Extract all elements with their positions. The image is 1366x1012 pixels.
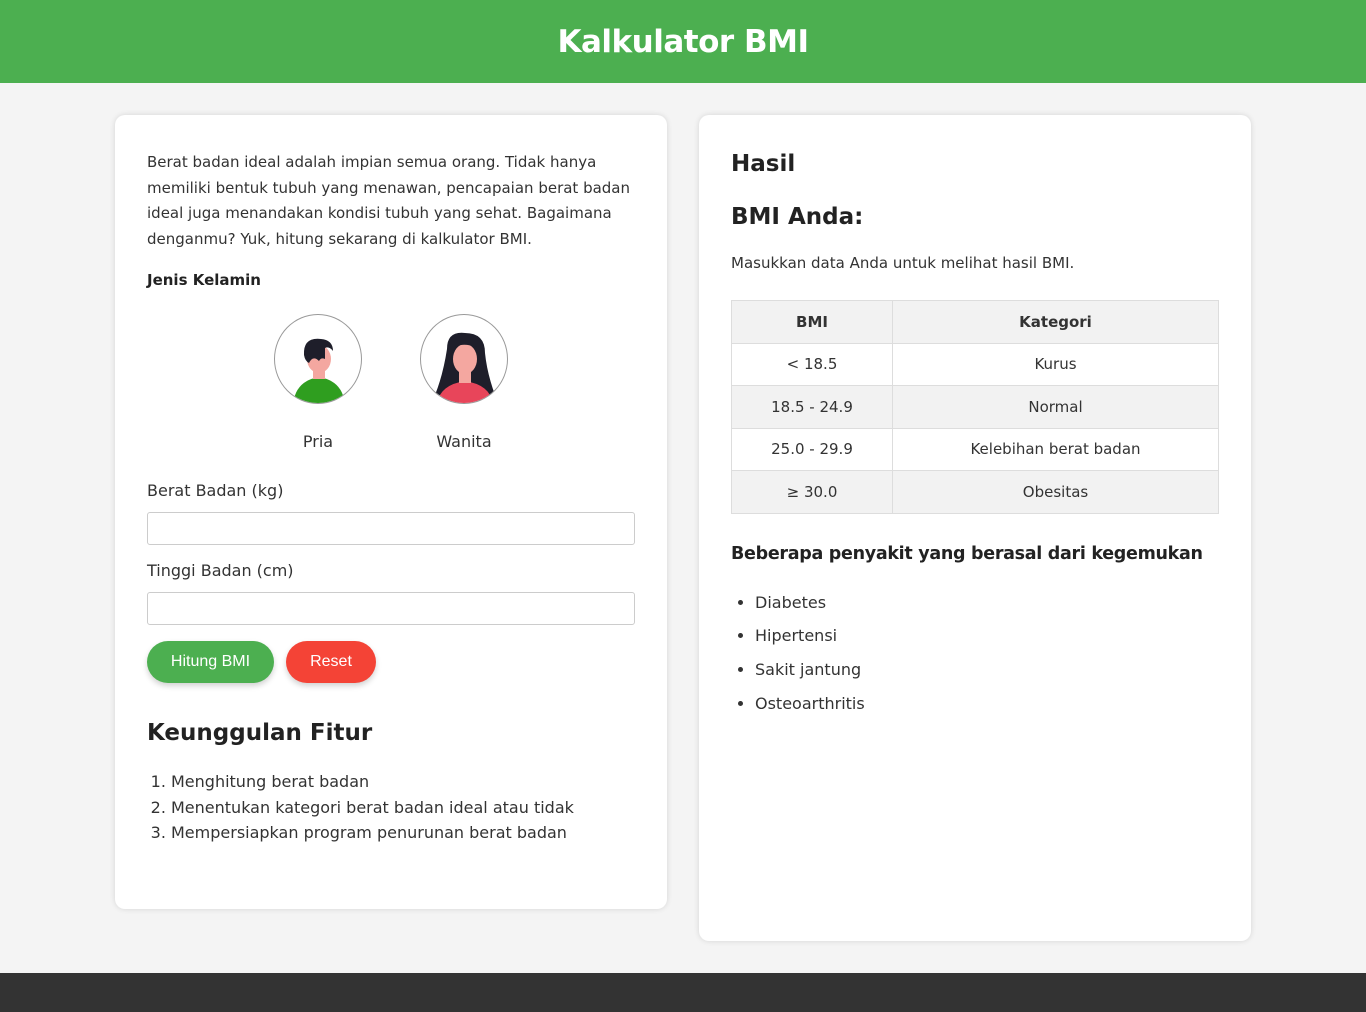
weight-label: Berat Badan (kg) [147, 480, 284, 500]
footer-bar [0, 973, 1366, 1012]
height-label: Tinggi Badan (cm) [147, 560, 294, 580]
table-header-category: Kategori [892, 300, 1219, 344]
table-cell-bmi: 18.5 - 24.9 [731, 385, 893, 429]
height-input[interactable] [147, 591, 635, 625]
table-cell-bmi: < 18.5 [731, 342, 893, 386]
feature-item: Menghitung berat badan [171, 769, 635, 795]
disease-heading: Beberapa penyakit yang berasal dari kege… [731, 543, 1203, 564]
table-cell-category: Kurus [892, 342, 1219, 386]
table-row: 25.0 - 29.9 Kelebihan berat badan [731, 427, 1219, 471]
button-row: Hitung BMI Reset [147, 640, 635, 683]
table-cell-category: Obesitas [892, 470, 1219, 514]
gender-label-female: Wanita [436, 431, 492, 451]
disease-item: Diabetes [755, 586, 1219, 620]
table-row: < 18.5 Kurus [731, 342, 1219, 386]
table-cell-category: Kelebihan berat badan [892, 427, 1219, 471]
gender-option-male[interactable]: Pria [274, 313, 362, 451]
app-title: Kalkulator BMI [557, 23, 809, 60]
weight-input[interactable] [147, 511, 635, 545]
app-header: Kalkulator BMI [0, 0, 1366, 83]
gender-label: Jenis Kelamin [147, 270, 261, 289]
intro-text: Berat badan ideal adalah impian semua or… [147, 153, 631, 249]
male-avatar-icon[interactable] [274, 313, 362, 404]
features-list: Menghitung berat badan Menentukan katego… [147, 769, 635, 846]
disease-item: Hipertensi [755, 619, 1219, 653]
disease-item: Osteoarthritis [755, 687, 1219, 721]
feature-item: Mempersiapkan program penurunan berat ba… [171, 820, 635, 846]
reset-button[interactable]: Reset [286, 640, 376, 683]
calculate-bmi-button[interactable]: Hitung BMI [147, 640, 274, 683]
table-cell-bmi: ≥ 30.0 [731, 470, 893, 514]
result-title: Hasil [731, 151, 796, 177]
table-header-bmi: BMI [731, 300, 893, 344]
features-title: Keunggulan Fitur [147, 719, 373, 746]
bmi-category-table: BMI Kategori < 18.5 Kurus 18.5 - 24.9 No… [731, 300, 1219, 514]
disease-item: Sakit jantung [755, 653, 1219, 687]
bmi-heading: BMI Anda: [731, 204, 864, 230]
disease-list: Diabetes Hipertensi Sakit jantung Osteoa… [731, 586, 1219, 721]
gender-label-male: Pria [302, 431, 334, 451]
feature-item: Menentukan kategori berat badan ideal at… [171, 795, 635, 821]
gender-option-female[interactable]: Wanita [420, 313, 508, 451]
table-row: ≥ 30.0 Obesitas [731, 470, 1219, 514]
calculator-card: Berat badan ideal adalah impian semua or… [115, 115, 667, 909]
table-row: 18.5 - 24.9 Normal [731, 385, 1219, 429]
table-cell-bmi: 25.0 - 29.9 [731, 427, 893, 471]
gender-selector: Pria Wanita [147, 313, 635, 451]
female-avatar-icon[interactable] [420, 313, 508, 404]
table-header-row: BMI Kategori [731, 300, 1219, 344]
table-cell-category: Normal [892, 385, 1219, 429]
result-card: Hasil BMI Anda: Masukkan data Anda untuk… [699, 115, 1251, 941]
result-message: Masukkan data Anda untuk melihat hasil B… [731, 254, 1075, 272]
